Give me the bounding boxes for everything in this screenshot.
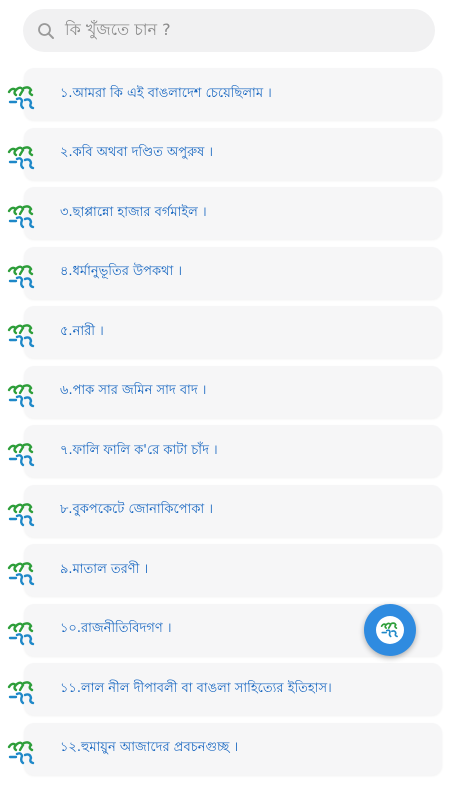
book-card[interactable]: ৮.বুকপকেটে জোনাকিপোকা । [24, 484, 442, 537]
book-list: ১.আমরা কি এই বাঙলাদেশ চেয়েছিলাম । ২.কবি … [0, 68, 450, 782]
search-icon [37, 22, 55, 40]
book-card[interactable]: ৪.ধর্মানুভূতির উপকথা । [24, 246, 442, 299]
search-input[interactable]: কি খুঁজতে চান ? [65, 17, 171, 44]
book-card[interactable]: ৫.নারী । [24, 306, 442, 358]
book-card[interactable]: ৩.ছাপ্পান্নো হাজার বর্গমাইল । [24, 187, 442, 239]
book-title: ৬.পাক সার জমিন সাদ বাদ । [60, 383, 207, 398]
book-card[interactable]: ৭.ফালি ফালি ক'রে কাটা চাঁদ । [24, 425, 442, 477]
book-title: ১০.রাজনীতিবিদগণ । [60, 621, 172, 636]
book-card[interactable]: ১.আমরা কি এই বাঙলাদেশ চেয়েছিলাম । [24, 68, 442, 120]
boi-tong-logo-icon [7, 84, 37, 112]
book-card[interactable]: ১১.লাল নীল দীপাবলী বা বাঙলা সাহিত্যের ইত… [24, 663, 442, 715]
list-item[interactable]: ৬.পাক সার জমিন সাদ বাদ । [0, 365, 450, 426]
boi-tong-logo-icon [7, 501, 37, 529]
list-item[interactable]: ১১.লাল নীল দীপাবলী বা বাঙলা সাহিত্যের ইত… [0, 663, 450, 723]
list-item[interactable]: ২.কবি অথবা দণ্ডিত অপুরুষ । [0, 127, 450, 188]
list-item[interactable]: ৯.মাতাল তরণী । [0, 544, 450, 604]
book-title: ১.আমরা কি এই বাঙলাদেশ চেয়েছিলাম । [60, 85, 272, 101]
book-title: ৫.নারী । [60, 323, 104, 339]
floating-action-button[interactable] [364, 604, 416, 656]
book-card[interactable]: ৬.পাক সার জমিন সাদ বাদ । [24, 365, 442, 418]
list-item[interactable]: ১২.হুমায়ুন আজাদের প্রবচনগুচ্ছ । [0, 722, 450, 783]
boi-tong-logo-icon [376, 616, 404, 644]
list-item[interactable]: ১.আমরা কি এই বাঙলাদেশ চেয়েছিলাম । [0, 68, 450, 128]
boi-tong-logo-icon [7, 679, 37, 707]
list-item[interactable]: ৪.ধর্মানুভূতির উপকথা । [0, 246, 450, 307]
list-item[interactable]: ৩.ছাপ্পান্নো হাজার বর্গমাইল । [0, 187, 450, 247]
book-title: ৭.ফালি ফালি ক'রে কাটা চাঁদ । [60, 442, 218, 458]
boi-tong-logo-icon [7, 382, 37, 410]
book-title: ৪.ধর্মানুভূতির উপকথা । [60, 264, 183, 279]
boi-tong-logo-icon [7, 620, 37, 648]
boi-tong-logo-icon [7, 263, 37, 291]
book-card[interactable]: ১২.হুমায়ুন আজাদের প্রবচনগুচ্ছ । [24, 722, 442, 775]
book-title: ১২.হুমায়ুন আজাদের প্রবচনগুচ্ছ । [60, 740, 239, 755]
boi-tong-logo-icon [7, 441, 37, 469]
list-item[interactable]: ৭.ফালি ফালি ক'রে কাটা চাঁদ । [0, 425, 450, 485]
book-title: ৮.বুকপকেটে জোনাকিপোকা । [60, 502, 213, 517]
book-title: ২.কবি অথবা দণ্ডিত অপুরুষ । [60, 145, 214, 160]
boi-tong-logo-icon [7, 739, 37, 767]
list-item[interactable]: ৮.বুকপকেটে জোনাকিপোকা । [0, 484, 450, 545]
boi-tong-logo-icon [7, 203, 37, 231]
boi-tong-logo-icon [7, 322, 37, 350]
boi-tong-logo-icon [7, 560, 37, 588]
boi-tong-logo-icon [7, 144, 37, 172]
list-item[interactable]: ৫.নারী । [0, 306, 450, 366]
book-title: ৩.ছাপ্পান্নো হাজার বর্গমাইল । [60, 204, 207, 220]
search-bar[interactable]: কি খুঁজতে চান ? [23, 9, 435, 52]
book-card[interactable]: ২.কবি অথবা দণ্ডিত অপুরুষ । [24, 127, 442, 180]
book-card[interactable]: ৯.মাতাল তরণী । [24, 544, 442, 596]
book-title: ৯.মাতাল তরণী । [60, 561, 149, 577]
book-title: ১১.লাল নীল দীপাবলী বা বাঙলা সাহিত্যের ইত… [60, 680, 332, 696]
